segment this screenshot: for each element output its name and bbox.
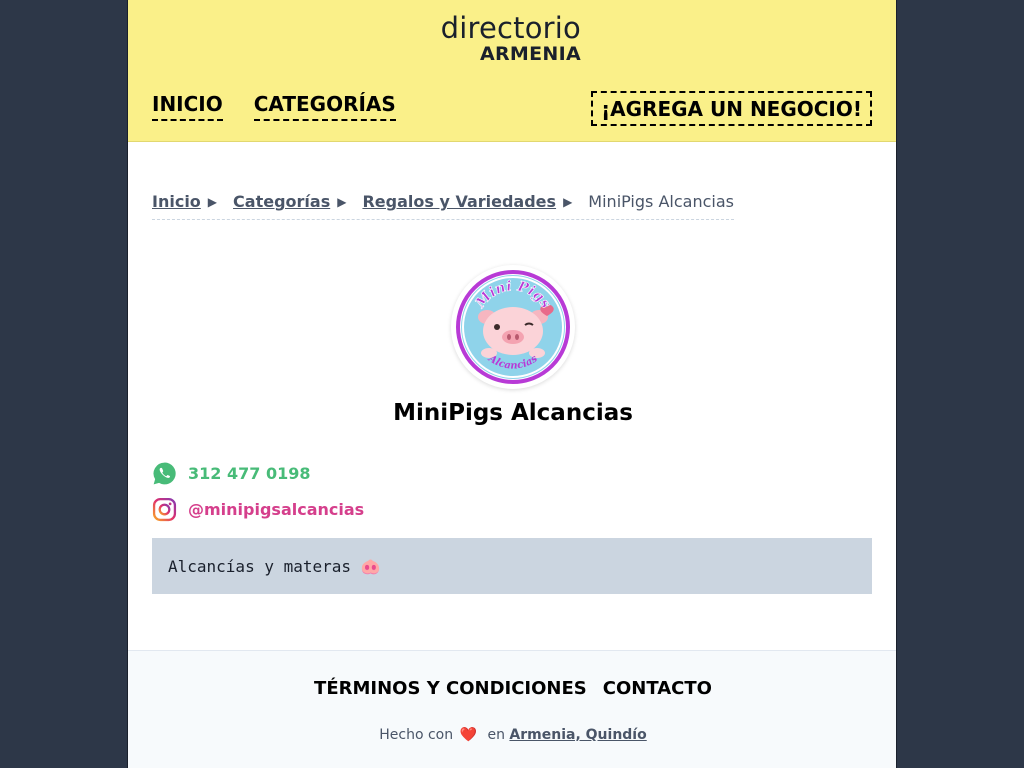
instagram-handle: @minipigsalcancias (188, 500, 365, 519)
page-container: directorio ARMENIA INICIO CATEGORÍAS ¡AG… (127, 0, 897, 768)
site-footer: TÉRMINOS Y CONDICIONES CONTACTO Hecho co… (128, 650, 896, 768)
breadcrumb-arrow-icon: ▶ (563, 194, 573, 209)
footer-terms-link[interactable]: TÉRMINOS Y CONDICIONES (314, 678, 587, 699)
main-nav: INICIO CATEGORÍAS (152, 93, 396, 121)
made-in: en (487, 727, 505, 743)
made-with-love: Hecho con ❤️ en Armenia, Quindío (128, 727, 896, 743)
logo-line-2: ARMENIA (480, 43, 581, 65)
breadcrumb-arrow-icon: ▶ (207, 194, 218, 209)
logo-line-1: directorio (440, 11, 581, 45)
breadcrumb-arrow-icon: ▶ (337, 194, 347, 209)
made-prefix: Hecho con (379, 727, 454, 743)
business-name: MiniPigs Alcancias (393, 400, 633, 426)
nav-inicio[interactable]: INICIO (152, 93, 223, 121)
footer-links: TÉRMINOS Y CONDICIONES CONTACTO (128, 678, 896, 699)
heart-icon: ❤️ (459, 727, 478, 743)
breadcrumb: Inicio ▶ Categorías ▶ Regalos y Variedad… (152, 192, 734, 220)
footer-contact-link[interactable]: CONTACTO (603, 678, 712, 699)
business-description: Alcancías y materas 🐽 (152, 538, 872, 594)
breadcrumb-categorias[interactable]: Categorías (233, 192, 330, 211)
whatsapp-link[interactable]: 312 477 0198 (152, 461, 310, 486)
phone-number: 312 477 0198 (188, 464, 311, 483)
instagram-link[interactable]: @minipigsalcancias (152, 497, 364, 522)
breadcrumb-current: MiniPigs Alcancias (588, 192, 734, 211)
location-link[interactable]: Armenia, Quindío (509, 727, 646, 743)
whatsapp-icon (153, 462, 176, 485)
breadcrumb-regalos[interactable]: Regalos y Variedades (362, 192, 556, 211)
add-business-button[interactable]: ¡AGREGA UN NEGOCIO! (591, 91, 872, 126)
pig-logo-image: Mini Pigs Alcancias (456, 270, 570, 384)
business-logo: Mini Pigs Alcancias (451, 265, 575, 389)
nav-categorias[interactable]: CATEGORÍAS (253, 93, 396, 121)
site-logo[interactable]: directorio ARMENIA (441, 14, 581, 64)
breadcrumb-inicio[interactable]: Inicio (152, 192, 201, 211)
site-header: directorio ARMENIA INICIO CATEGORÍAS ¡AG… (128, 0, 896, 142)
instagram-icon (152, 497, 177, 522)
